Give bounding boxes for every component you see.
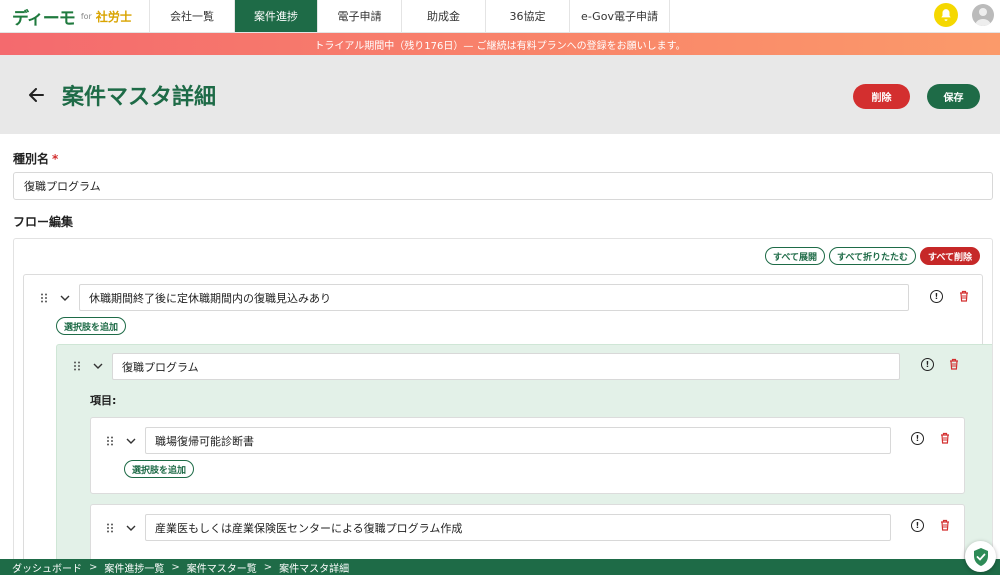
add-choice-button[interactable]: 選択肢を追加 <box>56 317 127 335</box>
tab-case-progress[interactable]: 案件進捗 <box>235 0 318 32</box>
breadcrumb-dashboard[interactable]: ダッシュボード <box>12 560 82 575</box>
flow-editor: すべて展開 すべて折りたたむ すべて削除 休職期間終了後に定休職期間内の復職見込… <box>13 238 993 568</box>
chevron-down-icon[interactable] <box>93 362 103 370</box>
trial-banner: トライアル期間中（残り176日）— ご継続は有料プランへの登録をお願いします。 <box>0 33 1000 55</box>
drag-handle-icon[interactable] <box>40 293 48 303</box>
chevron-down-icon[interactable] <box>126 437 136 445</box>
logo-for-text: for <box>80 11 92 21</box>
add-choice-button[interactable]: 選択肢を追加 <box>124 460 195 478</box>
chevron-down-icon[interactable] <box>60 294 70 302</box>
collapse-all-button[interactable]: すべて折りたたむ <box>828 247 916 265</box>
info-icon[interactable]: ! <box>911 432 924 445</box>
type-name-label-text: 種別名 <box>13 152 50 166</box>
flow-node-root: 休職期間終了後に定休職期間内の復職見込みあり ! 選択肢を追加 復職プログラム … <box>23 274 992 567</box>
logo-main-text: ディーモ <box>12 8 76 29</box>
page-title: 案件マスタ詳細 <box>62 84 217 110</box>
tab-e-application[interactable]: 電子申請 <box>318 0 402 32</box>
expand-all-button[interactable]: すべて展開 <box>764 247 825 265</box>
flow-item-2-input[interactable]: 産業医もしくは産業保険医センターによる復職プログラム作成 <box>145 514 891 541</box>
type-name-input[interactable]: 復職プログラム <box>13 172 993 200</box>
drag-handle-icon[interactable] <box>106 523 114 533</box>
save-button[interactable]: 保存 <box>927 84 980 109</box>
flow-item-1-input[interactable]: 職場復帰可能診断書 <box>145 427 891 454</box>
type-name-label: 種別名 * <box>13 150 993 167</box>
breadcrumb-separator: > <box>89 561 98 573</box>
items-label: 項目: <box>90 394 117 407</box>
logo-sub-text: 社労士 <box>95 9 132 24</box>
breadcrumb-case-master-detail: 案件マスタ詳細 <box>279 563 350 575</box>
trial-banner-text: トライアル期間中（残り176日）— ご継続は有料プランへの登録をお願いします。 <box>314 40 686 52</box>
user-avatar-icon[interactable] <box>972 4 994 26</box>
tab-subsidy[interactable]: 助成金 <box>402 0 486 32</box>
tab-company-list[interactable]: 会社一覧 <box>150 0 235 32</box>
trash-icon[interactable] <box>949 358 959 370</box>
breadcrumb-separator: > <box>171 561 180 573</box>
tab-36-agreement[interactable]: 36協定 <box>486 0 570 32</box>
flow-node-program-input[interactable]: 復職プログラム <box>112 353 900 380</box>
chevron-down-icon[interactable] <box>126 524 136 532</box>
breadcrumb-separator: > <box>263 561 273 573</box>
drag-handle-icon[interactable] <box>106 436 114 446</box>
info-icon[interactable]: ! <box>930 290 943 303</box>
breadcrumb: ダッシュボード > 案件進捗一覧 > 案件マスター覧 > 案件マスタ詳細 <box>0 559 1000 575</box>
delete-button[interactable]: 削除 <box>853 84 910 109</box>
info-icon[interactable]: ! <box>921 358 934 371</box>
page-header: 案件マスタ詳細 削除 保存 <box>0 55 1000 134</box>
required-mark: * <box>52 152 59 166</box>
drag-handle-icon[interactable] <box>73 361 81 371</box>
main-content: 種別名 * 復職プログラム フロー編集 すべて展開 すべて折りたたむ すべて削除 … <box>0 134 1000 568</box>
flow-edit-label: フロー編集 <box>13 215 74 229</box>
info-icon[interactable]: ! <box>911 519 924 532</box>
flow-node-root-input[interactable]: 休職期間終了後に定休職期間内の復職見込みあり <box>79 284 909 311</box>
trash-icon[interactable] <box>959 290 969 302</box>
breadcrumb-case-master-list[interactable]: 案件マスター覧 <box>187 560 257 575</box>
tab-egov-application[interactable]: e-Gov電子申請 <box>570 0 670 32</box>
flow-item-1: 職場復帰可能診断書 ! 選択肢を追加 <box>90 417 965 494</box>
back-arrow-icon[interactable] <box>26 85 46 105</box>
app-logo[interactable]: ディーモ for 社労士 <box>0 0 150 32</box>
bell-icon[interactable] <box>934 3 958 27</box>
delete-all-button[interactable]: すべて削除 <box>919 247 980 265</box>
trash-icon[interactable] <box>940 432 950 444</box>
shield-check-icon[interactable] <box>965 541 996 572</box>
breadcrumb-case-progress-list[interactable]: 案件進捗一覧 <box>104 560 164 575</box>
trash-icon[interactable] <box>940 519 950 531</box>
top-navigation: ディーモ for 社労士 会社一覧 案件進捗 電子申請 助成金 36協定 e-G… <box>0 0 1000 33</box>
flow-node-program: 復職プログラム ! 項目: 職場復帰可能診断書 ! 選択肢を追加 産業医もしくは… <box>56 344 992 567</box>
